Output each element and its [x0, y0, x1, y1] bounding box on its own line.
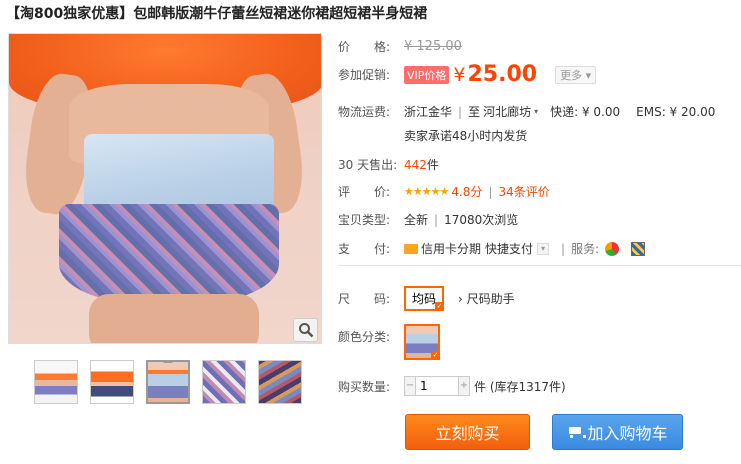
zoom-icon[interactable] — [293, 318, 318, 342]
rating-label: 评 价: — [338, 185, 391, 199]
quantity-row: 购买数量: − + 件 (库存1317件) — [338, 376, 566, 396]
item-condition: 全新 — [404, 213, 429, 227]
color-row: 颜色分类: ✓ — [338, 324, 440, 360]
sold-count: 442 — [404, 157, 427, 172]
price-row: 价 格: ¥ 125.00 — [338, 38, 462, 55]
promo-label: 参加促销: — [338, 68, 391, 82]
quick-pay-option[interactable]: 快捷支付 — [485, 240, 533, 257]
size-option-onesize[interactable]: 均码 ✓ — [404, 286, 445, 311]
stock-text: 件 (库存1317件) — [474, 379, 566, 394]
add-to-cart-label: 加入购物车 — [587, 424, 668, 443]
quantity-input[interactable] — [416, 376, 458, 396]
reviews-link[interactable]: 34条评价 — [498, 183, 549, 200]
thumbnail-1[interactable] — [34, 360, 78, 404]
buy-now-button[interactable]: 立刻购买 — [405, 414, 530, 450]
star-rating-icon: ★★★★★ — [404, 185, 449, 198]
thumbnail-strip — [34, 360, 302, 404]
section-divider — [338, 265, 741, 266]
ship-from: 浙江金华 — [404, 105, 453, 119]
sold-row: 30 天售出: 442 件 — [338, 156, 439, 173]
quantity-label: 购买数量: — [338, 379, 391, 394]
shipping-promise: 卖家承诺48小时内发货 — [404, 129, 528, 143]
size-value: 均码 — [412, 292, 437, 306]
product-title: 【淘800独家优惠】包邮韩版潮牛仔蕾丝短裙迷你裙超短裙半身短裙 — [6, 6, 428, 22]
size-helper-link[interactable]: › 尺码助手 — [458, 290, 515, 307]
seven-day-return-icon[interactable] — [605, 241, 620, 256]
cart-icon — [567, 426, 587, 438]
credit-card-icon — [404, 243, 418, 254]
more-promos-button[interactable]: 更多 ▾ — [555, 65, 597, 84]
express-fee: 快递: ¥ 0.00 — [550, 105, 621, 119]
payment-row: 支 付: 信用卡分期 快捷支付 ▾ | 服务: — [338, 240, 646, 257]
payment-label: 支 付: — [338, 242, 391, 256]
buy-now-label: 立刻购买 — [435, 424, 500, 443]
sold-unit: 件 — [426, 158, 439, 172]
currency-symbol: ¥ — [453, 63, 466, 86]
add-to-cart-button[interactable]: 加入购物车 — [552, 414, 683, 450]
services-label: 服务: — [571, 242, 600, 256]
service-guarantee-icon[interactable] — [631, 241, 646, 256]
size-label: 尺 码: — [338, 292, 391, 306]
rating-row: 评 价: ★★★★★ 4.8分 | 34条评价 — [338, 183, 550, 200]
product-main-image[interactable] — [8, 33, 322, 344]
payment-dropdown-icon[interactable]: ▾ — [537, 242, 550, 255]
price-label: 价 格: — [338, 40, 391, 54]
promo-row: 参加促销: VIP价格 ¥ 25.00 更多 ▾ — [338, 62, 597, 87]
check-icon: ✓ — [435, 302, 445, 311]
quantity-stepper: − + — [404, 376, 470, 396]
chevron-down-icon: ▾ — [534, 107, 539, 116]
check-icon: ✓ — [431, 351, 440, 360]
thumbnail-3[interactable] — [146, 360, 190, 404]
thumbnail-2[interactable] — [90, 360, 134, 404]
vip-badge: VIP价格 — [404, 65, 450, 84]
decrease-button[interactable]: − — [404, 376, 416, 396]
view-count: 17080次浏览 — [444, 213, 519, 227]
ship-to-select[interactable]: 河北廊坊 — [483, 103, 531, 120]
thumbnail-4[interactable] — [202, 360, 246, 404]
thumbnail-5[interactable] — [258, 360, 302, 404]
increase-button[interactable]: + — [458, 376, 470, 396]
sold-label: 30 天售出: — [338, 158, 398, 172]
type-label: 宝贝类型: — [338, 213, 391, 227]
shipping-row: 物流运费: 浙江金华 | 至 河北廊坊 ▾ 快递: ¥ 0.00 EMS: ¥ … — [338, 103, 716, 120]
original-price: ¥ 125.00 — [404, 39, 462, 54]
shipping-label: 物流运费: — [338, 105, 391, 119]
size-helper-label: 尺码助手 — [466, 292, 515, 306]
color-option-1[interactable]: ✓ — [404, 324, 440, 360]
type-row: 宝贝类型: 全新 | 17080次浏览 — [338, 212, 519, 228]
installment-option[interactable]: 信用卡分期 — [421, 240, 481, 257]
size-row: 尺 码: 均码 ✓ › 尺码助手 — [338, 286, 515, 311]
color-label: 颜色分类: — [338, 330, 391, 344]
ems-fee: EMS: ¥ 20.00 — [636, 104, 716, 119]
rating-score: 4.8分 — [451, 185, 483, 199]
promo-price: 25.00 — [467, 62, 538, 87]
